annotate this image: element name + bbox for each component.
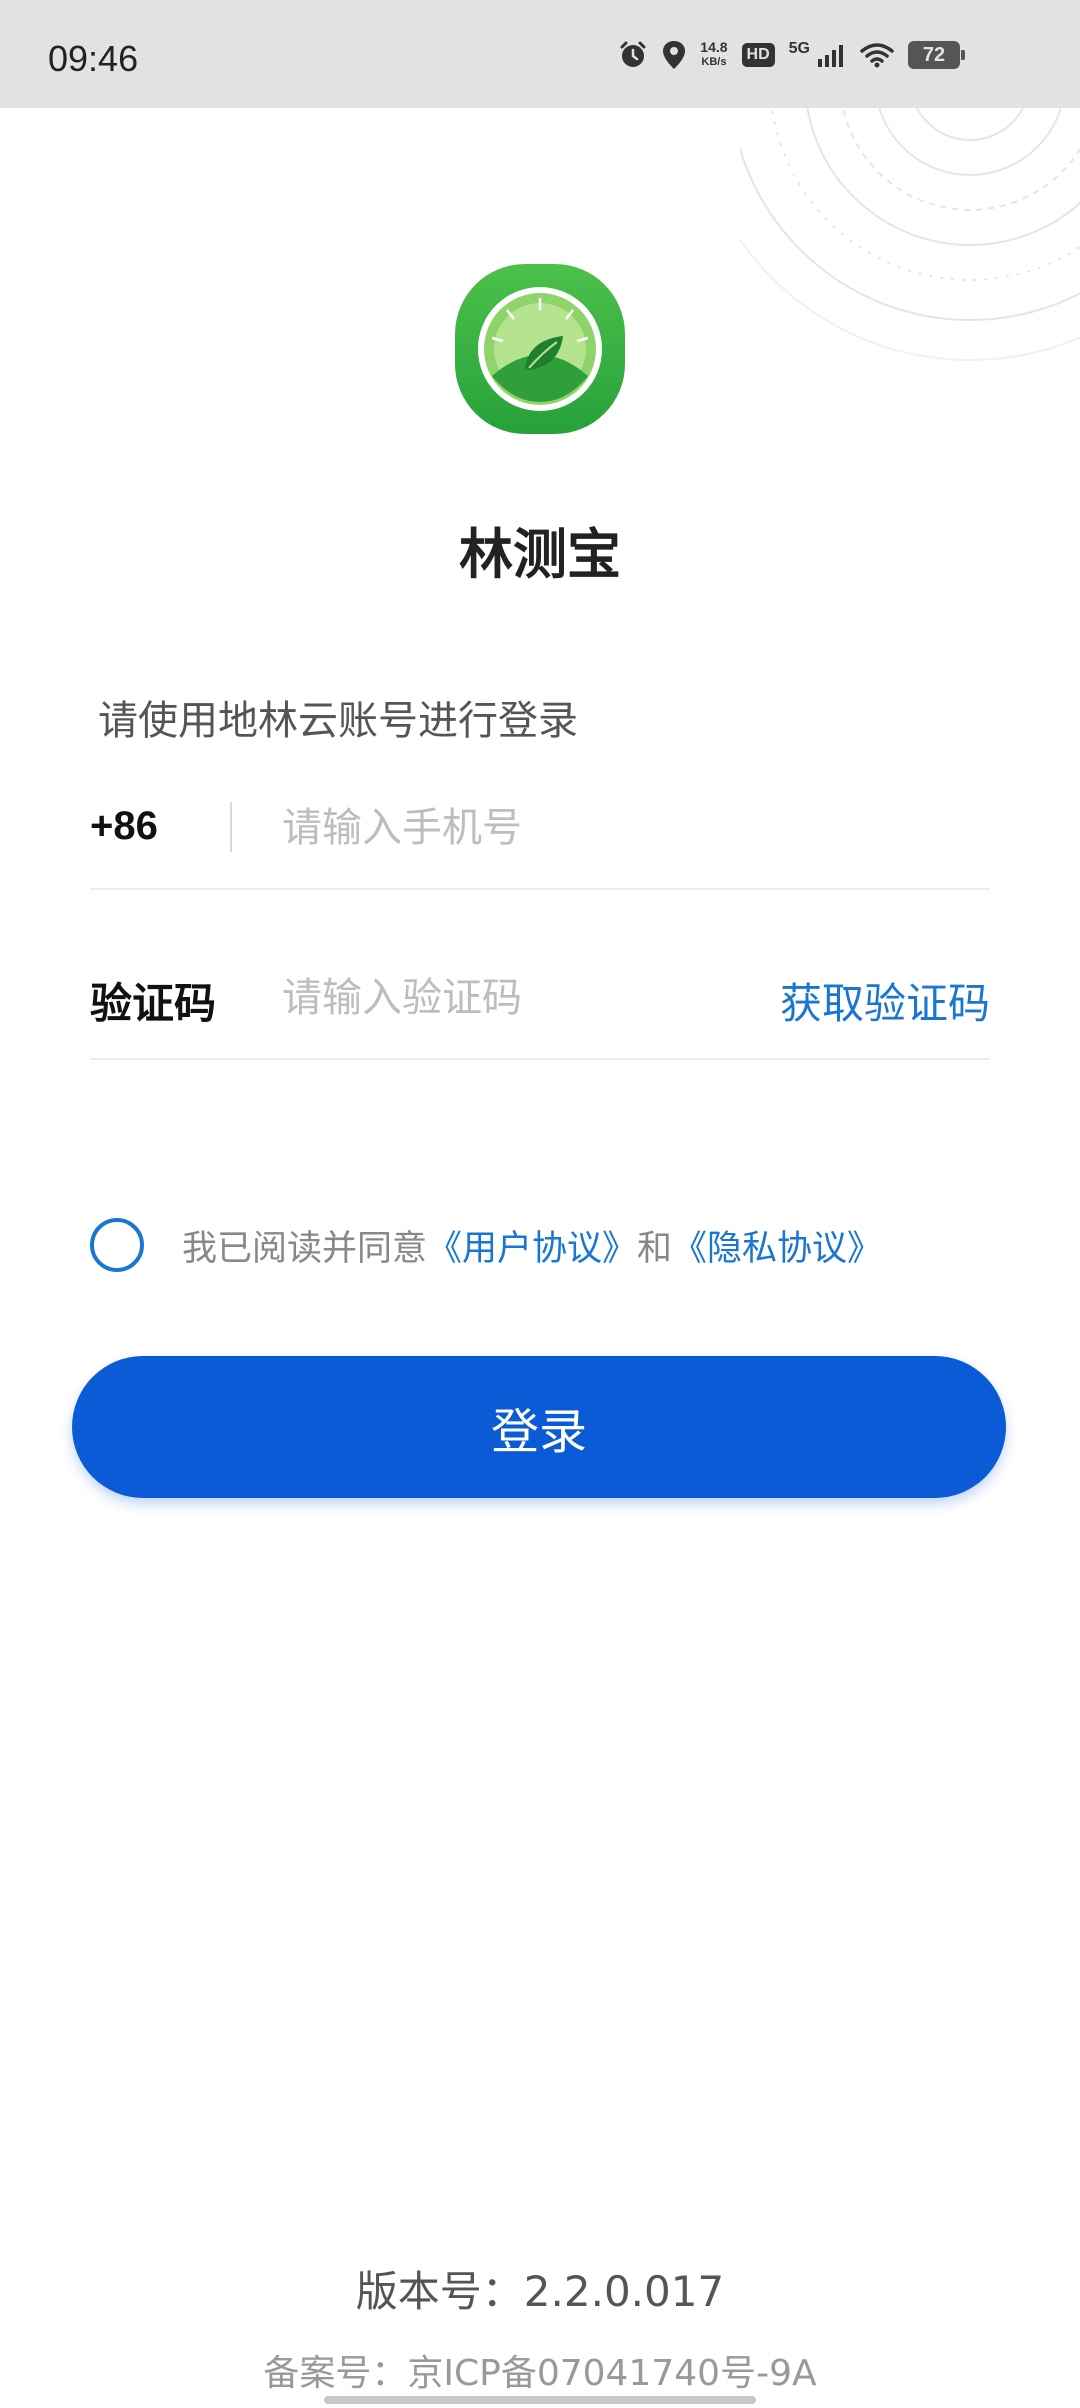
network-speed-unit: KB/s bbox=[701, 56, 727, 68]
verification-code-row: 验证码 获取验证码 bbox=[90, 938, 990, 1060]
network-speed: 14.8 KB/s bbox=[700, 40, 727, 70]
location-icon bbox=[662, 40, 686, 70]
app-logo-icon bbox=[455, 264, 625, 434]
field-divider bbox=[230, 802, 232, 852]
agreement-and: 和 bbox=[637, 1228, 673, 1269]
version-label: 版本号：2.2.0.017 bbox=[355, 2267, 725, 2316]
country-code[interactable]: +86 bbox=[90, 804, 158, 849]
home-indicator[interactable] bbox=[324, 2396, 756, 2404]
login-button[interactable]: 登录 bbox=[72, 1356, 1006, 1498]
status-time: 09:46 bbox=[48, 38, 139, 79]
login-screen: 09:46 14.8 KB/s HD 5G 72 林测宝 请使用地林云账号进行登… bbox=[0, 0, 1080, 2408]
wifi-icon bbox=[860, 42, 894, 68]
phone-row: +86 bbox=[90, 768, 990, 890]
user-agreement-link[interactable]: 《用户协议》 bbox=[427, 1229, 637, 1269]
alarm-icon bbox=[618, 40, 648, 70]
agreement-text: 我已阅读并同意《用户协议》和《隐私协议》 bbox=[182, 1220, 882, 1271]
phone-input[interactable] bbox=[282, 796, 802, 860]
agreement-row: 我已阅读并同意《用户协议》和《隐私协议》 bbox=[90, 1218, 882, 1272]
battery-level: 72 bbox=[922, 43, 946, 66]
privacy-agreement-link[interactable]: 《隐私协议》 bbox=[672, 1229, 882, 1269]
status-icons: 14.8 KB/s HD 5G 72 bbox=[618, 40, 965, 70]
verification-code-label: 验证码 bbox=[90, 979, 217, 1028]
hd-icon: HD bbox=[741, 43, 775, 67]
beian-label: 备案号：京ICP备07041740号-9A bbox=[263, 2353, 817, 2394]
network-type-label: 5G bbox=[788, 40, 810, 57]
battery-icon: 72 bbox=[908, 41, 965, 69]
status-bar: 09:46 14.8 KB/s HD 5G 72 bbox=[0, 0, 1080, 108]
app-name: 林测宝 bbox=[459, 523, 621, 586]
get-code-button[interactable]: 获取验证码 bbox=[780, 970, 990, 1031]
agreement-checkbox[interactable] bbox=[90, 1218, 144, 1272]
agreement-prefix: 我已阅读并同意 bbox=[182, 1228, 428, 1269]
network-speed-value: 14.8 bbox=[700, 39, 728, 55]
signal-icon bbox=[818, 43, 846, 67]
login-hint: 请使用地林云账号进行登录 bbox=[98, 698, 578, 744]
verification-code-input[interactable] bbox=[282, 966, 802, 1030]
